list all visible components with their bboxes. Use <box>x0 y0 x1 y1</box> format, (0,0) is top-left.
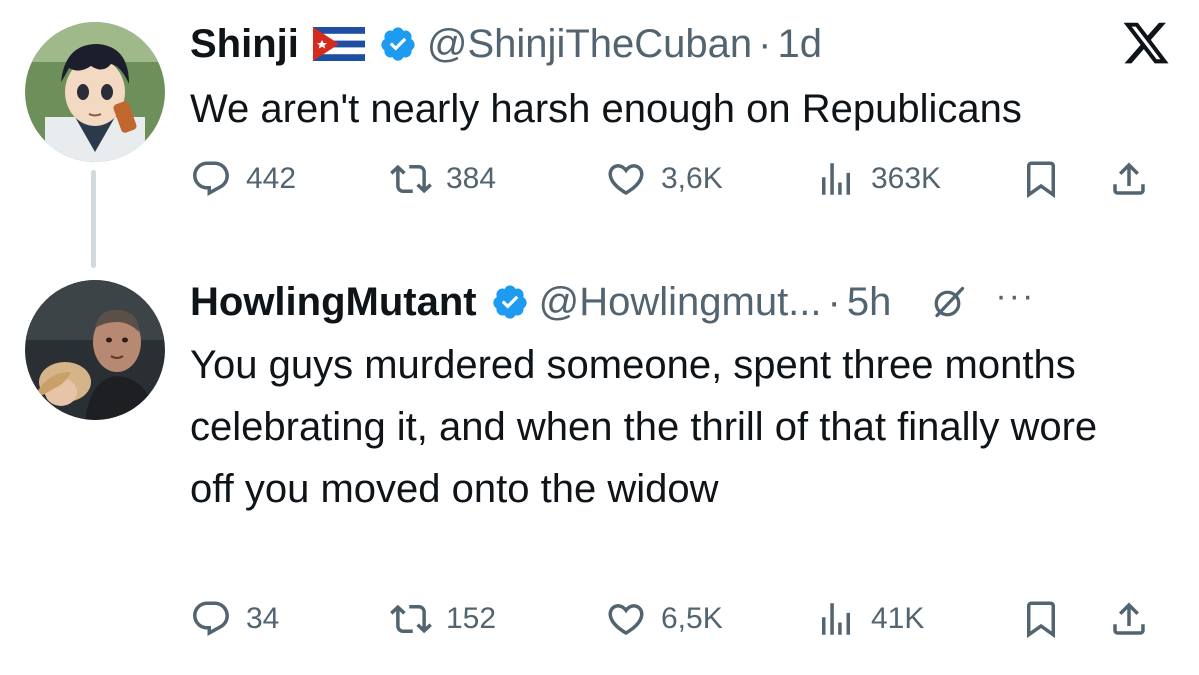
views-button[interactable]: 41K <box>815 598 924 640</box>
author-name[interactable]: HowlingMutant <box>190 278 477 326</box>
views-icon <box>822 163 850 195</box>
share-button[interactable] <box>1108 598 1150 640</box>
bookmark-icon <box>1027 601 1055 639</box>
heart-icon <box>608 604 644 636</box>
more-options-button[interactable]: ··· <box>995 272 1035 320</box>
retweet-icon <box>390 604 432 634</box>
separator-dot: · <box>758 22 772 66</box>
thread-line <box>91 170 96 268</box>
avatar-howlingmutant[interactable] <box>25 280 165 420</box>
like-button[interactable]: 6,5K <box>605 598 723 640</box>
views-icon <box>822 603 850 635</box>
retweet-button[interactable]: 384 <box>390 158 496 200</box>
retweet-icon <box>390 164 432 194</box>
verified-badge-icon <box>381 27 415 61</box>
author-handle[interactable]: @ShinjiTheCuban <box>427 20 752 68</box>
like-count: 3,6K <box>661 162 723 195</box>
share-button[interactable] <box>1108 158 1150 200</box>
share-icon <box>1113 602 1145 635</box>
tweet-2[interactable]: HowlingMutant @Howlingmut... · 5h ··· Yo… <box>0 270 1199 675</box>
author-name[interactable]: Shinji <box>190 20 299 68</box>
action-bar: 34 152 6,5K 41K <box>190 598 1169 648</box>
retweet-button[interactable]: 152 <box>390 598 496 640</box>
bookmark-button[interactable] <box>1020 158 1062 200</box>
tweet-header: HowlingMutant @Howlingmut... · 5h ··· <box>190 277 1035 326</box>
retweet-count: 384 <box>446 162 497 195</box>
bookmark-button[interactable] <box>1020 598 1062 640</box>
reply-count: 34 <box>246 602 280 635</box>
author-handle[interactable]: @Howlingmut... <box>539 278 822 326</box>
views-button[interactable]: 363K <box>815 158 941 200</box>
bookmark-icon <box>1027 161 1055 199</box>
tweet-header: Shinji @ShinjiTheCuban · 1d <box>190 20 822 68</box>
like-button[interactable]: 3,6K <box>605 158 723 200</box>
tweet-1[interactable]: Shinji @ShinjiTheCuban · 1d We aren't ne… <box>0 0 1199 270</box>
reply-button[interactable]: 442 <box>190 158 296 200</box>
views-count: 41K <box>871 602 925 635</box>
post-time[interactable]: 1d <box>777 20 822 68</box>
avatar-shinji[interactable] <box>25 22 165 162</box>
retweet-count: 152 <box>446 602 497 635</box>
separator-dot: · <box>827 280 841 324</box>
like-count: 6,5K <box>661 602 723 635</box>
cuba-flag-icon <box>312 27 365 61</box>
reply-icon <box>193 601 229 636</box>
grok-icon[interactable] <box>931 284 967 320</box>
tweet-text: You guys murdered someone, spent three m… <box>190 343 1098 511</box>
share-icon <box>1113 162 1145 195</box>
x-logo-icon[interactable] <box>1121 18 1171 68</box>
views-count: 363K <box>871 162 942 195</box>
action-bar: 442 384 3,6K 363K <box>190 158 1169 208</box>
heart-icon <box>608 164 644 196</box>
reply-count: 442 <box>246 162 297 195</box>
reply-icon <box>193 161 229 196</box>
tweet-text: We aren't nearly harsh enough on Republi… <box>190 87 1022 131</box>
post-time[interactable]: 5h <box>847 278 892 326</box>
reply-button[interactable]: 34 <box>190 598 279 640</box>
verified-badge-icon <box>492 285 527 319</box>
